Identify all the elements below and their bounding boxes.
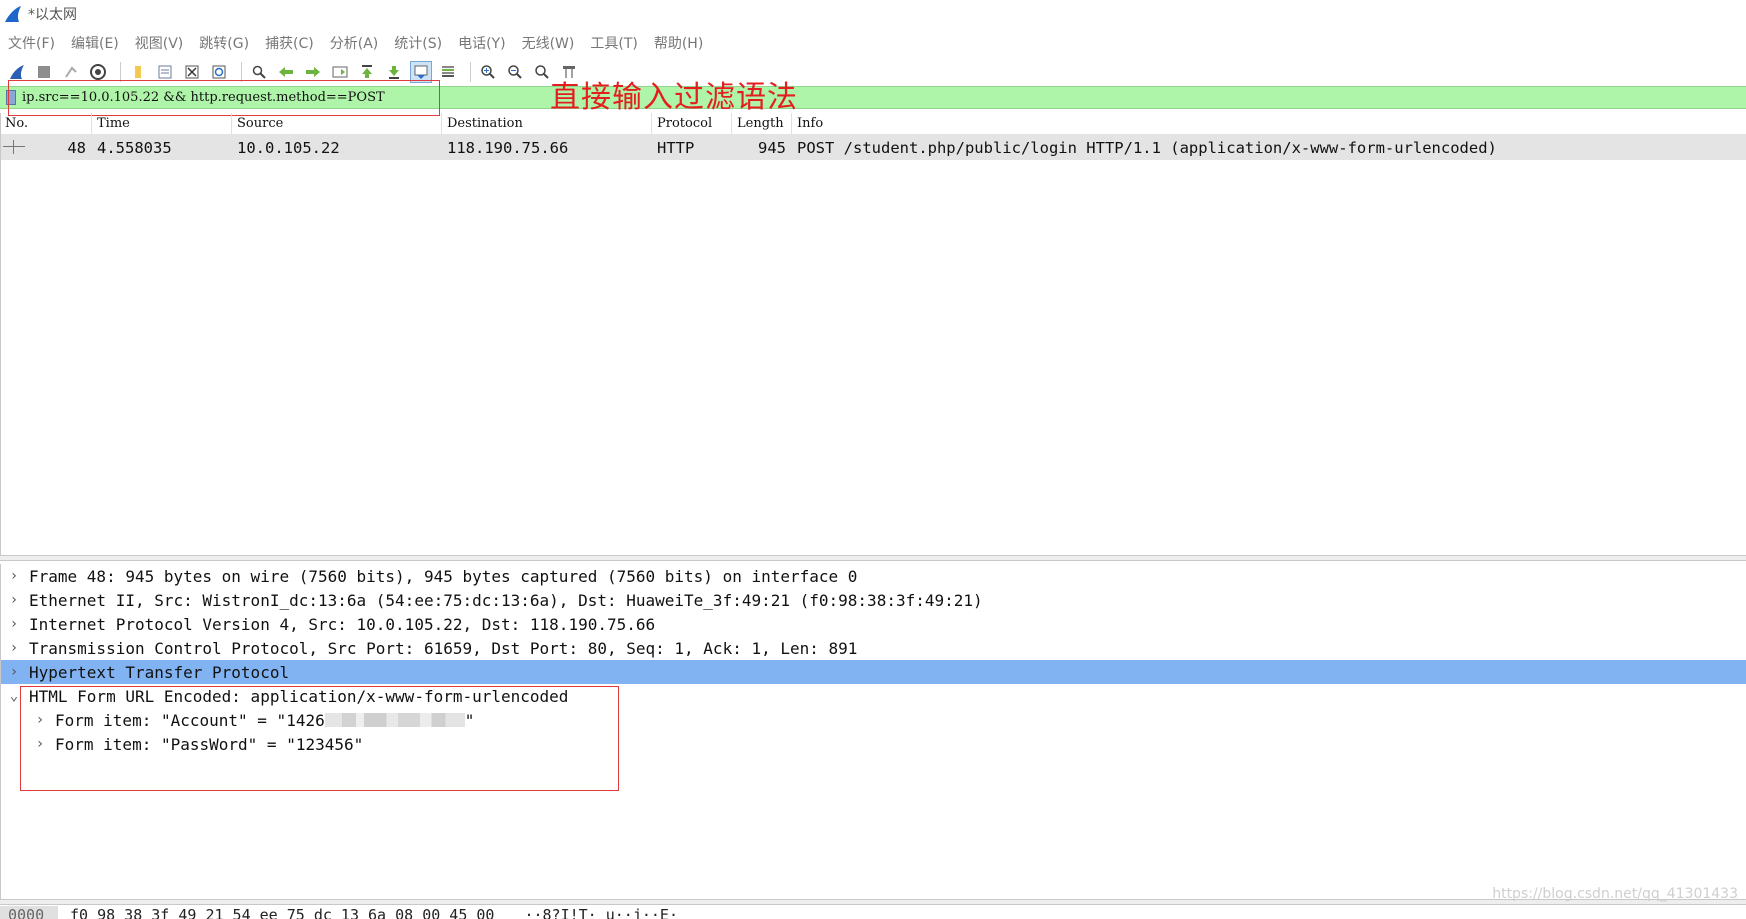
hex-ascii: ··8?I!T· u··j··E· <box>524 906 678 919</box>
chevron-right-icon[interactable]: › <box>7 664 21 680</box>
column-header-info[interactable]: Info <box>792 113 1746 134</box>
save-icon <box>158 65 172 79</box>
menu-bar: 文件(F) 编辑(E) 视图(V) 跳转(G) 捕获(C) 分析(A) 统计(S… <box>0 28 1746 58</box>
colorize-button[interactable] <box>437 61 459 83</box>
packet-source: 10.0.105.22 <box>237 138 340 157</box>
last-icon <box>389 66 399 79</box>
packet-length: 945 <box>758 138 786 157</box>
toolbar-separator <box>241 62 242 82</box>
pane-splitter[interactable] <box>0 899 1746 905</box>
zoom-normal-icon <box>535 65 549 79</box>
related-packet-marker-icon <box>13 140 14 154</box>
annotation-text: 直接输入过滤语法 <box>550 80 798 115</box>
zoom-out-icon <box>508 65 522 79</box>
column-header-length[interactable]: Length <box>732 113 792 134</box>
menu-capture[interactable]: 捕获(C) <box>265 33 314 53</box>
hex-dump-row[interactable]: 0000 f0 98 38 3f 49 21 54 ee 75 dc 13 6a… <box>0 906 1746 919</box>
menu-help[interactable]: 帮助(H) <box>654 33 703 53</box>
close-file-icon <box>185 65 199 79</box>
menu-go[interactable]: 跳转(G) <box>199 33 249 53</box>
hex-bytes: f0 98 38 3f 49 21 54 ee 75 dc 13 6a 08 0… <box>70 906 495 919</box>
goto-icon <box>332 66 348 78</box>
chevron-right-icon[interactable]: › <box>7 568 21 584</box>
chevron-down-icon[interactable]: ⌄ <box>7 688 21 704</box>
menu-statistics[interactable]: 统计(S) <box>394 33 442 53</box>
menu-telephony[interactable]: 电话(Y) <box>458 33 505 53</box>
reload-icon <box>212 65 226 79</box>
chevron-right-icon[interactable]: › <box>7 616 21 632</box>
title-bar: *以太网 <box>0 0 1746 28</box>
menu-analyze[interactable]: 分析(A) <box>330 33 379 53</box>
zoom-in-icon <box>481 65 495 79</box>
packet-list-border <box>0 113 1 555</box>
stop-icon <box>38 66 50 78</box>
tree-row-ip[interactable]: › Internet Protocol Version 4, Src: 10.0… <box>1 612 1746 636</box>
watermark: https://blog.csdn.net/qq_41301433 <box>1492 886 1738 902</box>
packet-destination: 118.190.75.66 <box>447 138 569 157</box>
restart-icon <box>65 66 77 78</box>
first-icon <box>362 65 372 78</box>
zoom-out-button[interactable] <box>504 61 526 83</box>
tree-row-tcp[interactable]: › Transmission Control Protocol, Src Por… <box>1 636 1746 660</box>
tree-row-ethernet[interactable]: › Ethernet II, Src: WistronI_dc:13:6a (5… <box>1 588 1746 612</box>
packet-list-header: No. Time Source Destination Protocol Len… <box>0 113 1746 135</box>
pane-splitter[interactable] <box>0 555 1746 561</box>
packet-info: POST /student.php/public/login HTTP/1.1 … <box>797 138 1497 157</box>
toolbar-separator <box>470 62 471 82</box>
column-header-destination[interactable]: Destination <box>442 113 652 134</box>
column-header-time[interactable]: Time <box>92 113 232 134</box>
open-icon <box>135 66 141 78</box>
autoscroll-icon <box>414 65 428 79</box>
shark-fin-icon <box>5 6 21 22</box>
tree-row-label: Ethernet II, Src: WistronI_dc:13:6a (54:… <box>29 590 983 610</box>
menu-file[interactable]: 文件(F) <box>8 33 55 53</box>
menu-view[interactable]: 视图(V) <box>135 33 184 53</box>
related-packet-marker-icon <box>3 146 25 147</box>
menu-edit[interactable]: 编辑(E) <box>71 33 119 53</box>
chevron-right-icon[interactable]: › <box>7 592 21 608</box>
tree-row-label: Hypertext Transfer Protocol <box>29 662 290 682</box>
tree-row-frame[interactable]: › Frame 48: 945 bytes on wire (7560 bits… <box>1 564 1746 588</box>
back-icon <box>279 67 293 77</box>
hex-offset: 0000 <box>0 906 58 919</box>
column-header-source[interactable]: Source <box>232 113 442 134</box>
options-icon <box>90 64 106 80</box>
packet-time: 4.558035 <box>97 138 172 157</box>
packet-row[interactable]: 48 4.558035 10.0.105.22 118.190.75.66 HT… <box>0 135 1746 160</box>
tree-row-label: Transmission Control Protocol, Src Port:… <box>29 638 858 658</box>
find-icon <box>252 65 266 79</box>
packet-protocol: HTTP <box>657 138 695 157</box>
window-title: *以太网 <box>28 7 77 23</box>
colorize-icon <box>442 66 454 77</box>
filter-highlight-box <box>8 80 440 116</box>
zoom-in-button[interactable] <box>477 61 499 83</box>
tree-row-label: Internet Protocol Version 4, Src: 10.0.1… <box>29 614 656 634</box>
menu-tools[interactable]: 工具(T) <box>590 33 637 53</box>
tree-row-label: Frame 48: 945 bytes on wire (7560 bits),… <box>29 566 858 586</box>
tree-row-http[interactable]: › Hypertext Transfer Protocol <box>1 660 1746 684</box>
shark-fin-icon <box>10 65 24 79</box>
toolbar-separator <box>120 62 121 82</box>
form-highlight-box <box>20 686 619 791</box>
menu-wireless[interactable]: 无线(W) <box>522 33 575 53</box>
column-header-no[interactable]: No. <box>0 113 92 134</box>
forward-icon <box>306 67 320 77</box>
chevron-right-icon[interactable]: › <box>7 640 21 656</box>
column-header-protocol[interactable]: Protocol <box>652 113 732 134</box>
